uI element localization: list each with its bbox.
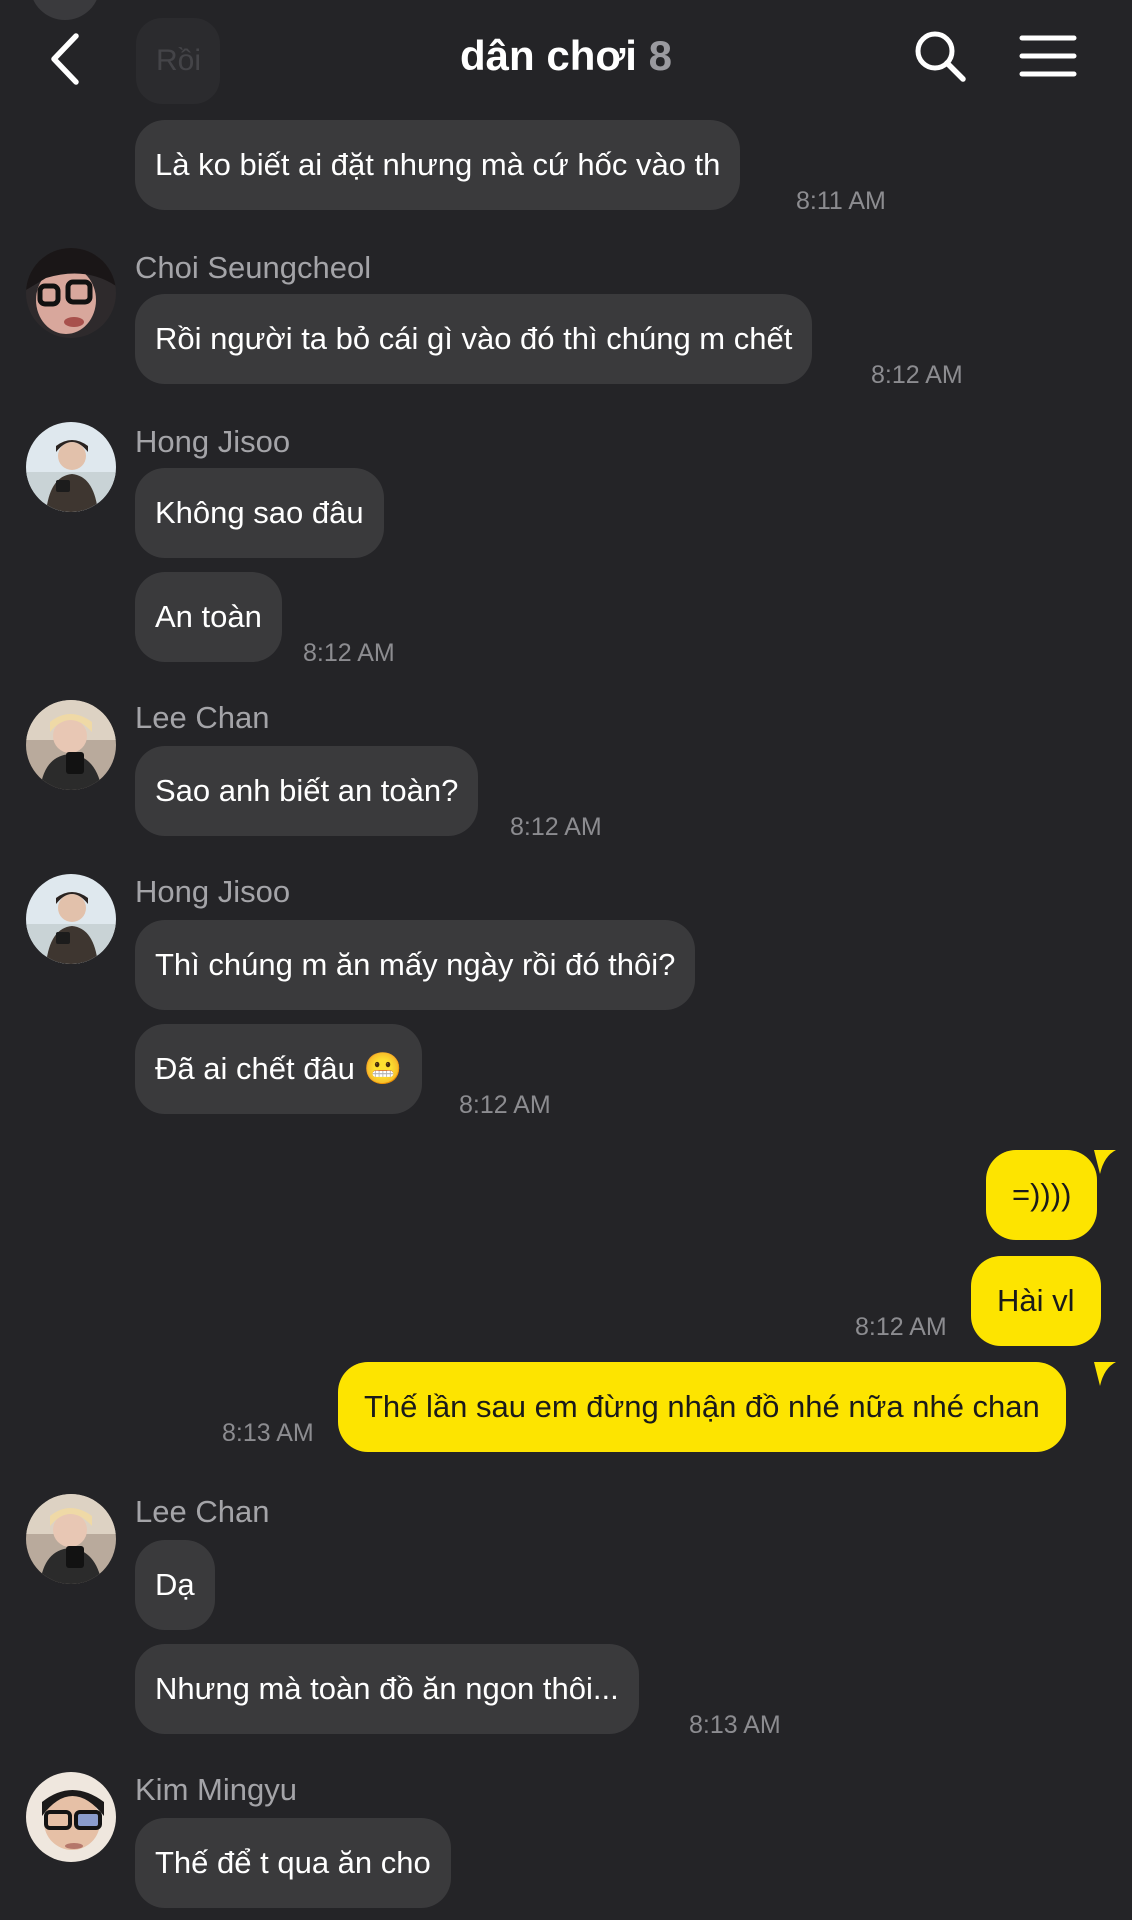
message-bubble[interactable]: Thế để t qua ăn cho — [135, 1818, 451, 1908]
message-bubble[interactable]: Đã ai chết đâu 😬 — [135, 1024, 423, 1114]
search-button[interactable] — [912, 28, 968, 84]
avatar[interactable] — [26, 422, 116, 512]
message-timestamp: 8:13 AM — [222, 1419, 314, 1447]
message-timestamp: 8:12 AM — [459, 1091, 551, 1119]
sender-name: Lee Chan — [135, 1494, 270, 1529]
message-bubble[interactable]: Hài vl — [971, 1256, 1101, 1346]
message-bubble[interactable]: Thì chúng m ăn mấy ngày rồi đó thôi? — [135, 920, 696, 1010]
member-count: 8 — [648, 32, 672, 79]
message-timestamp: 8:12 AM — [855, 1313, 947, 1341]
menu-button[interactable] — [1018, 30, 1078, 82]
group-name: dân chơi — [460, 32, 637, 79]
message-bubble[interactable]: Rồi người ta bỏ cái gì vào đó thì chúng … — [135, 294, 813, 384]
message-bubble[interactable]: Dạ — [135, 1540, 215, 1630]
avatar[interactable] — [26, 248, 116, 338]
message-timestamp: 8:12 AM — [871, 361, 963, 389]
message-bubble[interactable]: An toàn — [135, 572, 282, 662]
message-timestamp: 8:13 AM — [689, 1711, 781, 1739]
avatar[interactable] — [26, 1772, 116, 1862]
bubble-tail — [1094, 1150, 1116, 1174]
sender-name: Hong Jisoo — [135, 424, 291, 459]
sender-name: Kim Mingyu — [135, 1772, 297, 1807]
message-timestamp: 8:11 AM — [796, 187, 886, 215]
message-timestamp: 8:12 AM — [510, 813, 602, 841]
sender-name: Lee Chan — [135, 700, 270, 735]
message-bubble[interactable]: Sao anh biết an toàn? — [135, 746, 479, 836]
menu-icon — [1019, 35, 1077, 77]
avatar[interactable] — [26, 700, 116, 790]
search-icon — [915, 31, 966, 82]
sender-name: Hong Jisoo — [135, 874, 291, 909]
sender-name: Choi Seungcheol — [135, 250, 372, 285]
message-bubble[interactable]: Không sao đâu — [135, 468, 384, 558]
avatar[interactable] — [26, 874, 116, 964]
message-bubble[interactable]: =)))) — [986, 1150, 1098, 1240]
avatar[interactable] — [26, 1494, 116, 1584]
message-bubble[interactable]: Là ko biết ai đặt nhưng mà cứ hốc vào th — [135, 120, 741, 210]
bubble-tail — [1094, 1362, 1116, 1386]
avatar — [30, 0, 100, 20]
message-bubble[interactable]: Nhưng mà toàn đồ ăn ngon thôi... — [135, 1644, 639, 1734]
message-timestamp: 8:12 AM — [303, 639, 395, 667]
message-bubble[interactable]: Thế lần sau em đừng nhận đồ nhé nữa nhé … — [338, 1362, 1066, 1452]
chat-header: Rồi dân chơi 8 — [0, 0, 1132, 118]
